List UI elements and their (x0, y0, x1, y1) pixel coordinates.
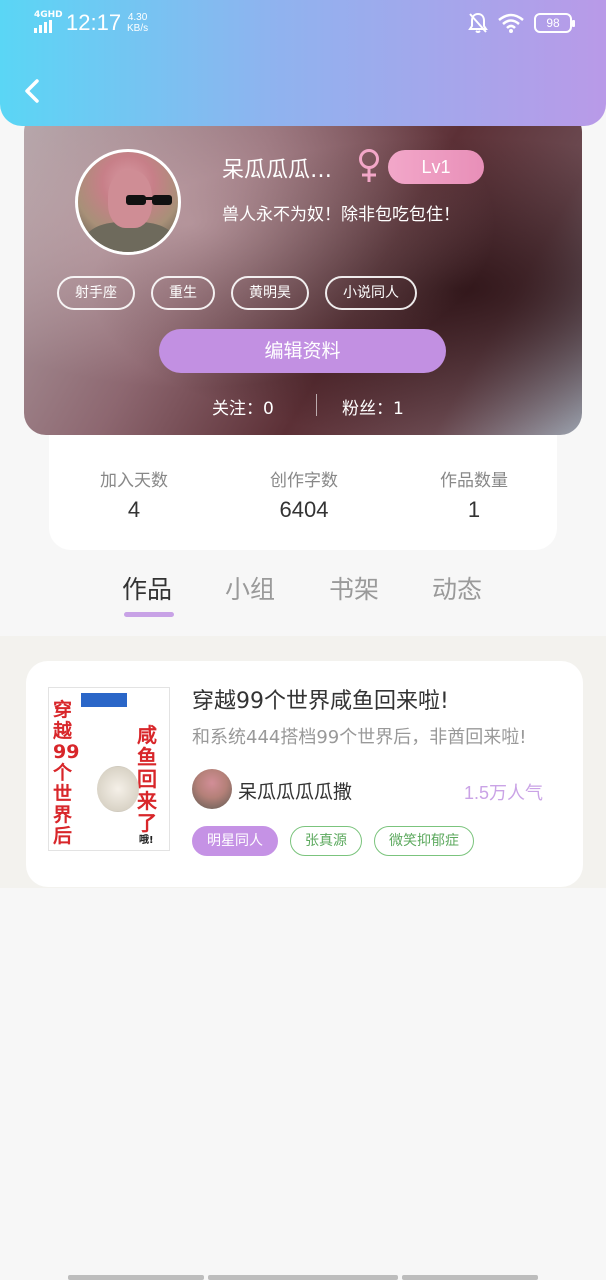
avatar[interactable] (75, 149, 181, 255)
stats-card: 加入天数 4 创作字数 6404 作品数量 1 (49, 430, 557, 550)
profile-tag: 重生 (151, 276, 215, 310)
work-title[interactable]: 穿越99个世界咸鱼回来啦! (192, 683, 449, 715)
home-indicator (208, 1275, 398, 1280)
network-type: 4GHD (34, 10, 63, 20)
work-tags: 明星同人 张真源 微笑抑郁症 (192, 826, 474, 856)
following-count[interactable]: 关注：0 (212, 394, 274, 419)
popularity-count: 1.5万人气 (464, 783, 544, 803)
battery-icon: 98 (534, 13, 575, 33)
followers-count[interactable]: 粉丝：1 (342, 394, 404, 419)
sunglasses-icon (126, 195, 172, 205)
work-tag[interactable]: 张真源 (290, 826, 362, 856)
mute-bell-icon (468, 12, 488, 33)
tab-works[interactable]: 作品 (122, 570, 172, 606)
tab-groups[interactable]: 小组 (225, 570, 275, 606)
divider (316, 394, 317, 416)
stat-label: 加入天数 (100, 471, 168, 491)
profile-card: 呆瓜瓜瓜… Lv1 兽人永不为奴！除非包吃包住！ 射手座 重生 黄明昊 小说同人… (24, 110, 582, 435)
network-speed: 4.30 KB/s (127, 12, 148, 34)
stat-label: 创作字数 (270, 471, 338, 491)
female-gender-icon (359, 149, 379, 182)
home-indicator (68, 1275, 204, 1280)
active-tab-indicator (124, 612, 174, 617)
wifi-icon (498, 13, 524, 33)
header-bar: 4GHD 12:17 4.30 KB/s 98 (0, 0, 606, 126)
signal-icon (34, 20, 52, 33)
back-arrow-icon[interactable] (20, 76, 44, 106)
stat-value: 6404 (279, 497, 329, 522)
follow-stats: 关注：0 粉丝：1 (24, 394, 582, 419)
stat-join-days: 加入天数 4 (49, 466, 219, 523)
edit-profile-button[interactable]: 编辑资料 (159, 329, 446, 373)
clock: 12:17 (66, 10, 122, 35)
tab-bookshelf[interactable]: 书架 (329, 570, 379, 606)
home-indicator (402, 1275, 538, 1280)
stat-value: 4 (127, 497, 141, 522)
profile-tag: 黄明昊 (231, 276, 309, 310)
cover-title-left: 穿越99个世界后 (53, 699, 80, 847)
book-cover[interactable]: 穿越99个世界后 咸鱼回来了 哦! (48, 687, 170, 851)
cover-meme-face (97, 766, 139, 812)
work-description: 和系统444搭档99个世界后，非酋回来啦! (192, 727, 527, 748)
level-badge: Lv1 (388, 150, 484, 184)
stat-value: 1 (467, 497, 481, 522)
signature: 兽人永不为奴！除非包吃包住！ (222, 205, 460, 225)
profile-tags: 射手座 重生 黄明昊 小说同人 (57, 276, 417, 310)
profile-tag: 射手座 (57, 276, 135, 310)
author-avatar[interactable] (192, 769, 232, 809)
content-tabs: 作品 小组 书架 动态 (0, 568, 606, 622)
cover-banner (81, 693, 127, 707)
cover-title-bottom: 哦! (139, 835, 154, 846)
nickname: 呆瓜瓜瓜… (222, 158, 333, 183)
work-tag[interactable]: 明星同人 (192, 826, 278, 856)
work-tag[interactable]: 微笑抑郁症 (374, 826, 474, 856)
cover-title-right: 咸鱼回来了 (137, 723, 157, 835)
stat-word-count: 创作字数 6404 (219, 466, 389, 523)
speed-value: 4.30 (127, 12, 148, 23)
work-card[interactable]: 穿越99个世界后 咸鱼回来了 哦! 穿越99个世界咸鱼回来啦! 和系统444搭档… (26, 661, 583, 887)
stat-label: 作品数量 (440, 471, 508, 491)
author-name[interactable]: 呆瓜瓜瓜瓜撒 (238, 777, 352, 804)
speed-unit: KB/s (127, 23, 149, 34)
profile-tag: 小说同人 (325, 276, 417, 310)
status-bar: 4GHD 12:17 4.30 KB/s 98 (0, 0, 606, 48)
tab-activity[interactable]: 动态 (432, 570, 482, 606)
stat-works-count: 作品数量 1 (389, 466, 559, 523)
